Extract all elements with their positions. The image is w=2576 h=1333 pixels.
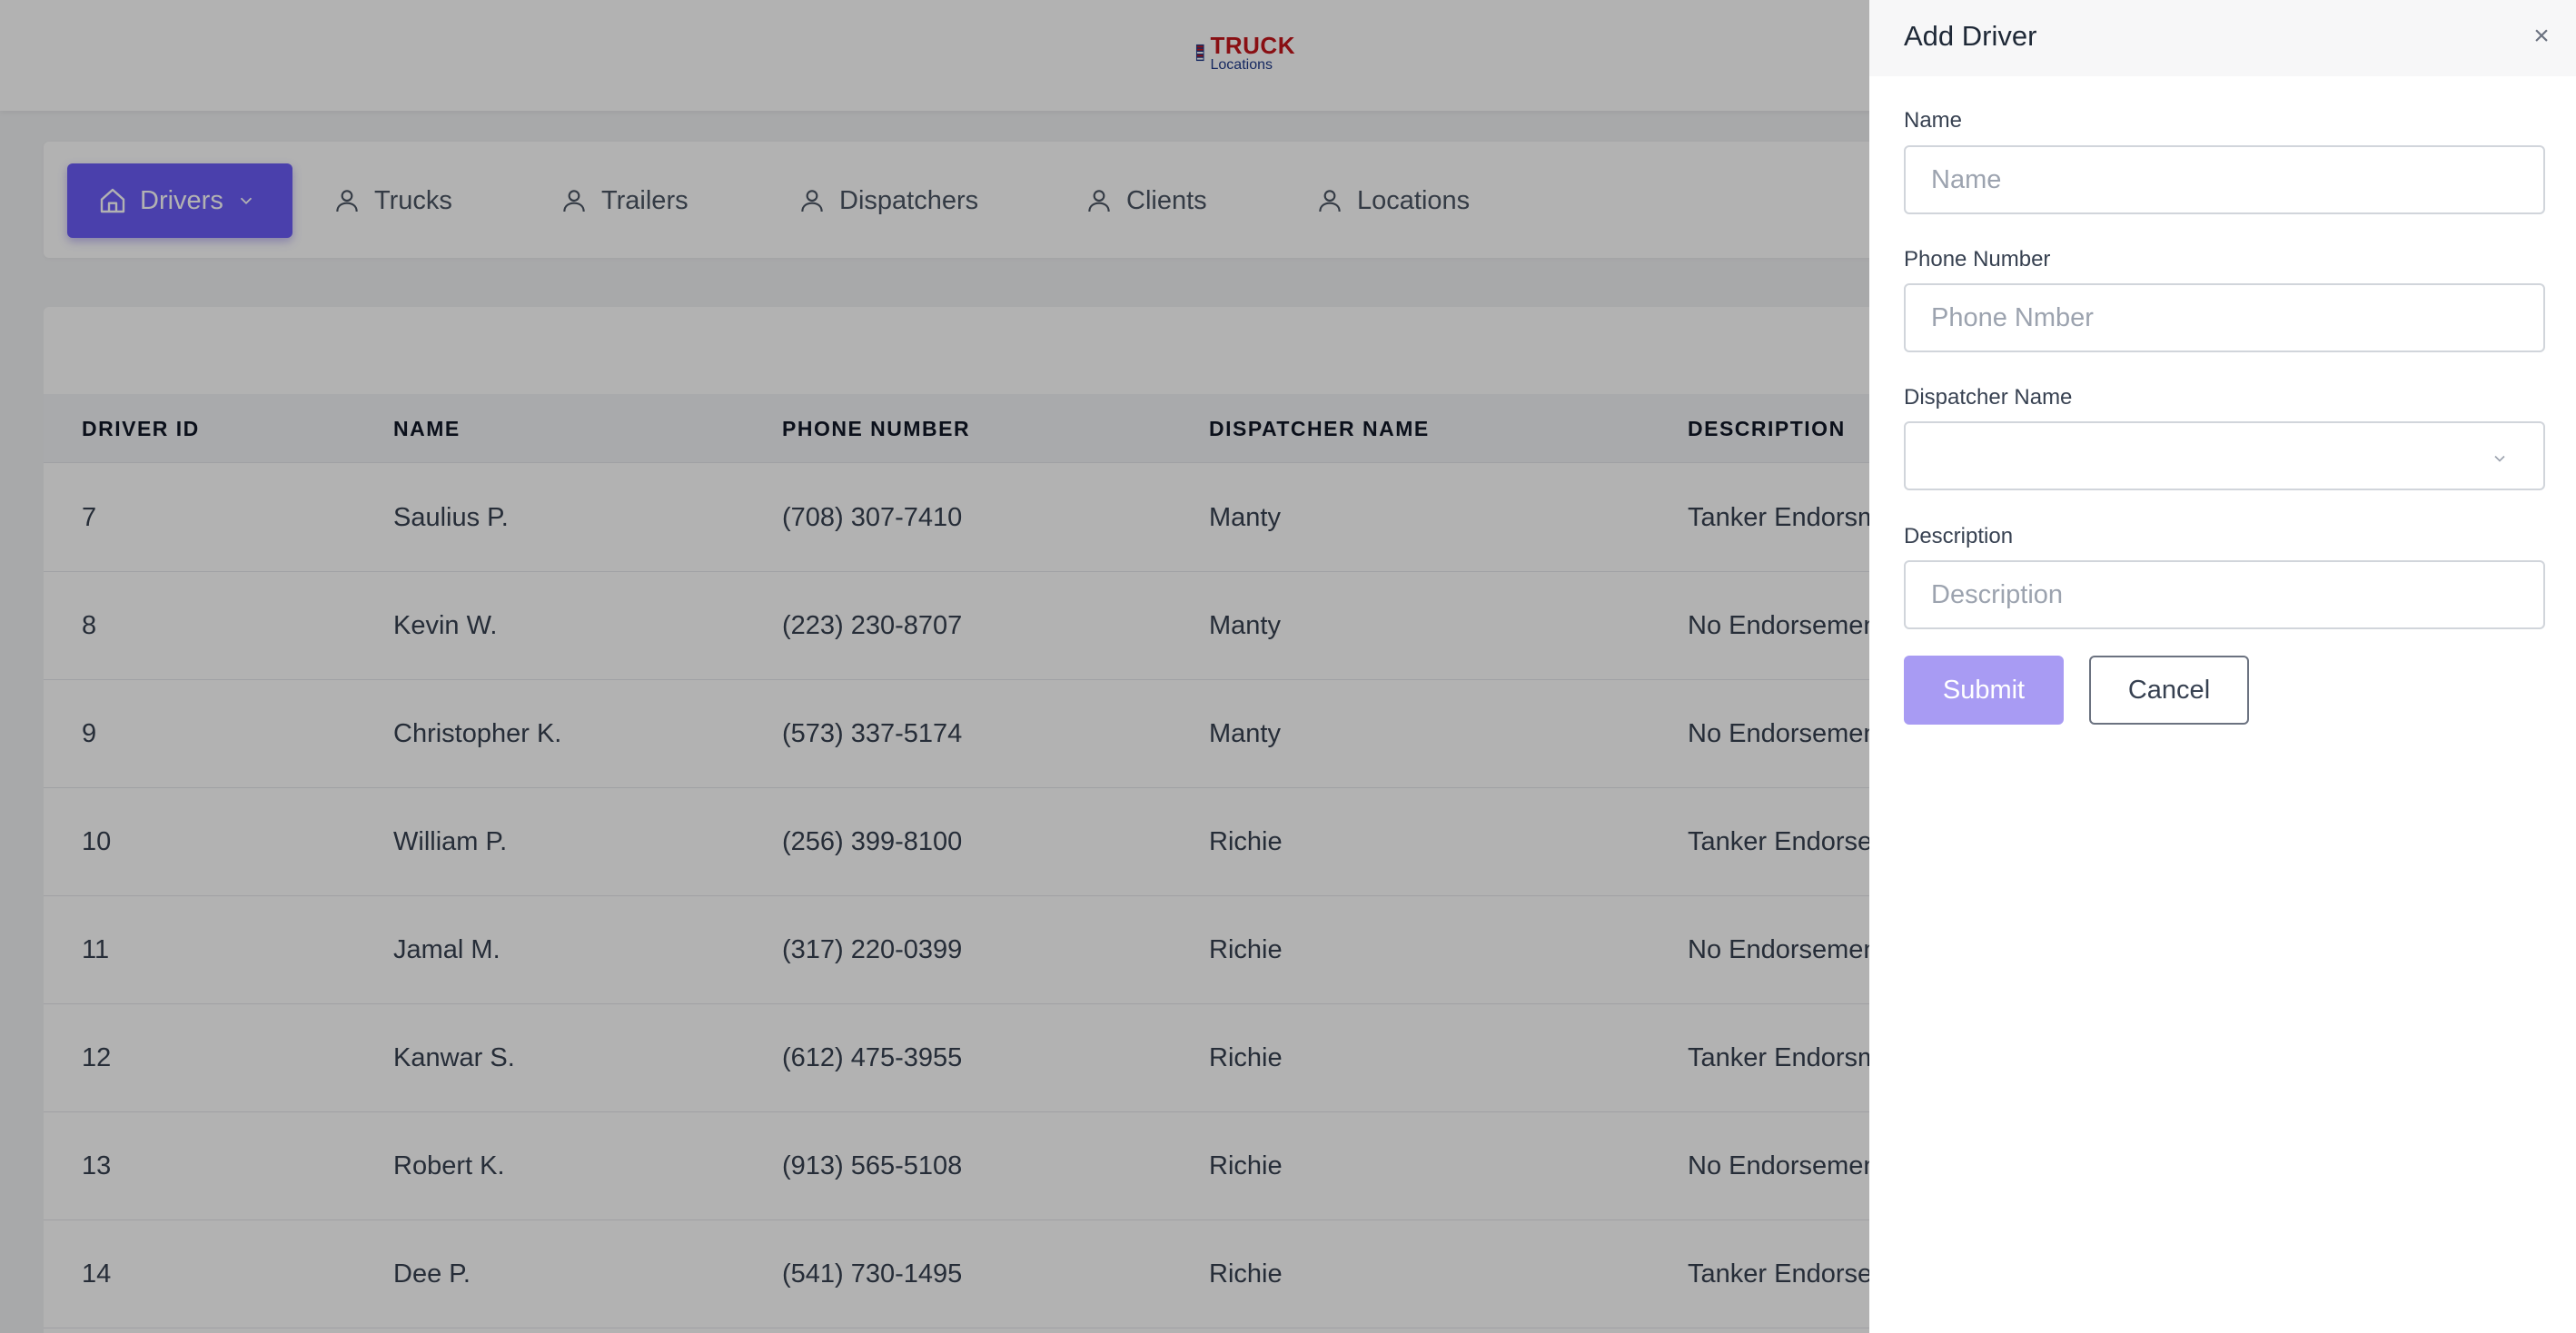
add-driver-drawer: Add Driver × Name Phone Number Dispatche… <box>1869 0 2576 1333</box>
name-label: Name <box>1904 108 1963 133</box>
cancel-button[interactable]: Cancel <box>2089 656 2249 725</box>
close-icon[interactable]: × <box>2525 20 2558 53</box>
drawer-title: Add Driver <box>1904 20 2037 52</box>
phone-number-input[interactable] <box>1904 283 2545 352</box>
dispatcher-name-label: Dispatcher Name <box>1904 385 2073 410</box>
chevron-down-icon <box>2494 455 2505 462</box>
submit-button[interactable]: Submit <box>1904 656 2064 725</box>
description-label: Description <box>1904 524 2014 548</box>
description-input[interactable] <box>1904 560 2545 629</box>
phone-number-label: Phone Number <box>1904 247 2051 272</box>
name-input[interactable] <box>1904 145 2545 214</box>
dispatcher-name-select[interactable] <box>1904 421 2545 490</box>
drawer-header: Add Driver × <box>1869 0 2576 76</box>
